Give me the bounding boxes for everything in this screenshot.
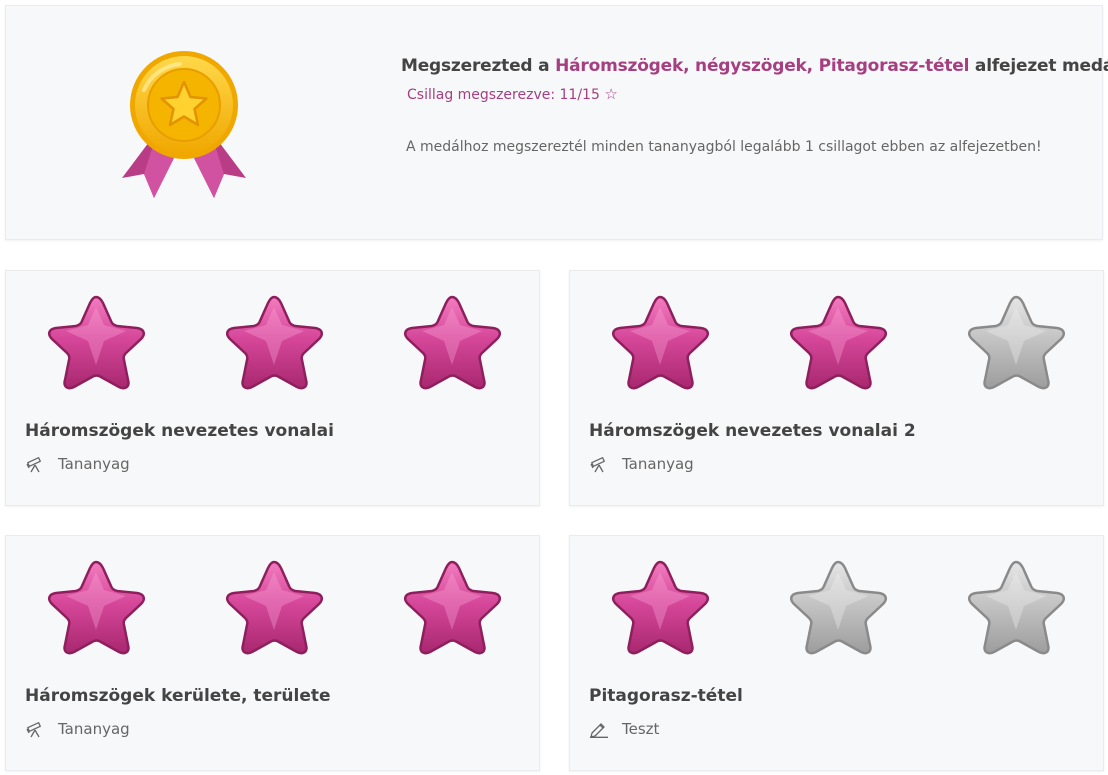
lesson-card[interactable]: Háromszögek nevezetes vonalai Tananyag [5, 270, 540, 506]
star-filled-icon [611, 295, 710, 390]
telescope-icon [25, 455, 45, 473]
telescope-icon [589, 455, 609, 473]
lesson-type: Tananyag [25, 455, 130, 473]
stars-row [570, 558, 1103, 658]
star-filled-icon [225, 295, 324, 390]
star-filled-icon [611, 560, 710, 655]
medal-panel: Megszerezted a Háromszögek, négyszögek, … [5, 5, 1108, 240]
star-filled-icon [403, 560, 502, 655]
pencil-icon [589, 720, 609, 738]
chapter-name: Háromszögek, négyszögek, Pitagorasz-téte… [555, 56, 970, 76]
star-outline-icon: ☆ [604, 85, 618, 103]
star-empty-icon [967, 560, 1066, 655]
star-filled-icon [47, 560, 146, 655]
star-filled-icon [225, 560, 324, 655]
lesson-type: Tananyag [589, 455, 694, 473]
lesson-card[interactable]: Pitagorasz-tétel Teszt [569, 535, 1104, 771]
lesson-type-label: Tananyag [58, 455, 130, 473]
lesson-title[interactable]: Háromszögek nevezetes vonalai 2 [589, 421, 916, 441]
lesson-card[interactable]: Háromszögek nevezetes vonalai 2 Tananyag [569, 270, 1104, 506]
star-filled-icon [47, 295, 146, 390]
star-empty-icon [789, 560, 888, 655]
lesson-title[interactable]: Pitagorasz-tétel [589, 686, 743, 706]
star-filled-icon [403, 295, 502, 390]
medal-title: Megszerezted a Háromszögek, négyszögek, … [401, 56, 1108, 76]
stars-earned-label: Csillag megszerezve: 11/15 [407, 87, 600, 103]
gold-medal-icon [122, 51, 246, 198]
lesson-type: Teszt [589, 720, 659, 738]
lesson-type-label: Tananyag [622, 455, 694, 473]
medal-title-suffix: alfejezet medálját! [974, 56, 1108, 76]
stars-row [6, 558, 539, 658]
lesson-type-label: Teszt [622, 720, 660, 738]
lesson-title[interactable]: Háromszögek nevezetes vonalai [25, 421, 334, 441]
lesson-card[interactable]: Háromszögek kerülete, területe Tananyag [5, 535, 540, 771]
medal-title-prefix: Megszerezted a [401, 56, 556, 76]
stars-earned: Csillag megszerezve: 11/15 ☆ [407, 85, 1101, 103]
telescope-icon [25, 720, 45, 738]
medal-text: Megszerezted a Háromszögek, négyszögek, … [401, 56, 1108, 155]
star-filled-icon [789, 295, 888, 390]
lesson-type: Tananyag [25, 720, 130, 738]
star-empty-icon [967, 295, 1066, 390]
stars-row [6, 293, 539, 393]
medal-description: A medálhoz megszereztél minden tananyagb… [406, 139, 1042, 155]
lesson-type-label: Tananyag [58, 720, 130, 738]
stars-row [570, 293, 1103, 393]
lesson-title[interactable]: Háromszögek kerülete, területe [25, 686, 331, 706]
